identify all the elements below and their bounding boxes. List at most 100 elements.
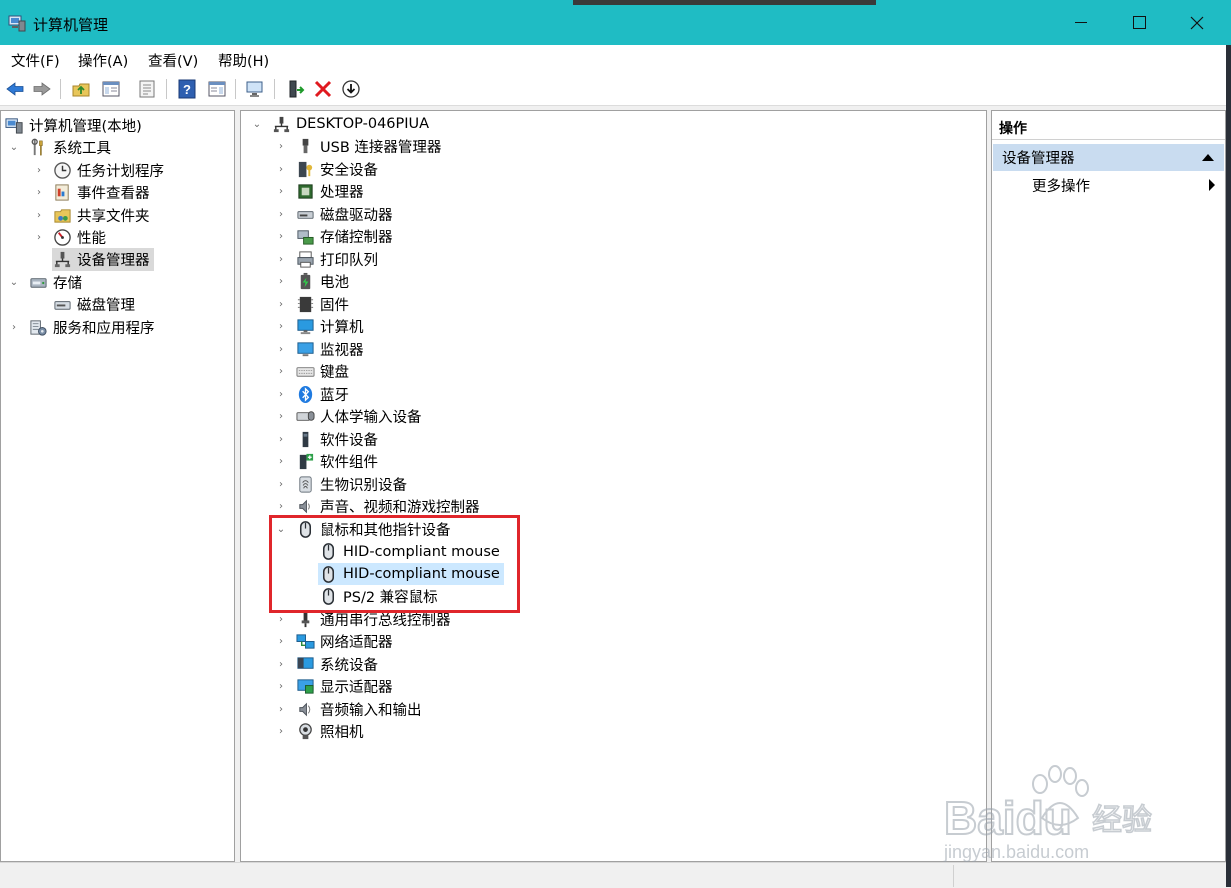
maximize-button[interactable] [1110,0,1168,45]
device-category[interactable]: › 人体学输入设备 [275,406,422,428]
chevron-right-icon[interactable]: › [275,726,287,738]
back-button[interactable] [4,78,26,100]
show-hide-action-pane-button[interactable] [206,78,228,100]
minimize-button[interactable] [1052,0,1110,45]
tree-item-storage[interactable]: ⌄ 存储 [8,271,82,293]
chevron-right-icon[interactable]: › [275,163,287,175]
uninstall-device-button[interactable] [312,78,334,100]
tree-item-device-manager[interactable]: 设备管理器 [52,247,154,271]
device-category[interactable]: › 照相机 [275,721,364,743]
tree-item-task-scheduler[interactable]: › 任务计划程序 [33,159,164,181]
device-item-content: 网络适配器 [295,631,393,652]
clock-icon [52,160,72,180]
tree-item-performance[interactable]: › 性能 [33,226,106,248]
chevron-right-icon[interactable]: › [33,231,45,243]
chevron-right-icon[interactable]: › [275,636,287,648]
chevron-right-icon[interactable]: › [275,298,287,310]
chevron-right-icon[interactable]: › [275,186,287,198]
properties-button[interactable] [136,78,158,100]
chevron-right-icon[interactable]: › [275,253,287,265]
menu-action[interactable]: 操作(A) [78,50,128,71]
device-item-mouse[interactable]: HID-compliant mouse [318,541,500,563]
device-category[interactable]: › 磁盘驱动器 [275,203,393,225]
chevron-right-icon[interactable]: › [275,703,287,715]
tree-item-services-apps[interactable]: › 服务和应用程序 [8,316,155,338]
device-category[interactable]: › 通用串行总线控制器 [275,608,451,630]
forward-button[interactable] [31,78,53,100]
actions-section-device-manager[interactable]: 设备管理器 [993,144,1224,171]
chevron-down-icon[interactable]: ⌄ [8,276,20,288]
device-category[interactable]: › 计算机 [275,316,364,338]
device-category[interactable]: › 软件设备 [275,428,378,450]
chevron-right-icon[interactable]: › [33,186,45,198]
chevron-right-icon[interactable]: › [275,501,287,513]
chevron-right-icon[interactable]: › [275,276,287,288]
device-category[interactable]: › 软件组件 [275,451,378,473]
chevron-down-icon[interactable]: ⌄ [251,118,263,130]
device-category[interactable]: › 生物识别设备 [275,473,407,495]
tree-item-disk-management[interactable]: 磁盘管理 [52,293,135,315]
tree-item-system-tools[interactable]: ⌄ 系统工具 [8,136,111,158]
device-category[interactable]: › 系统设备 [275,653,378,675]
menu-help[interactable]: 帮助(H) [218,50,269,71]
title-bar-tab-strip [573,0,876,5]
chevron-right-icon[interactable]: › [33,164,45,176]
device-category[interactable]: › 打印队列 [275,248,378,270]
device-category[interactable]: › 音频输入和输出 [275,698,422,720]
device-category[interactable]: › 声音、视频和游戏控制器 [275,496,480,518]
toolbar: ? [0,73,1226,106]
chevron-right-icon[interactable]: › [275,366,287,378]
device-category[interactable]: › 存储控制器 [275,226,393,248]
chevron-right-icon[interactable]: › [33,209,45,221]
back-icon [6,82,24,96]
tree-item-label: 存储 [53,275,82,292]
tree-item-computer-management[interactable]: 计算机管理(本地) [4,114,142,136]
more-actions-item[interactable]: 更多操作 [1032,175,1090,196]
device-category[interactable]: › 监视器 [275,338,364,360]
scan-hardware-button[interactable] [244,78,266,100]
enable-device-button[interactable] [284,78,306,100]
device-category[interactable]: › 网络适配器 [275,631,393,653]
menu-view[interactable]: 查看(V) [148,50,198,71]
chevron-right-icon[interactable]: › [275,388,287,400]
chevron-right-icon[interactable]: › [275,478,287,490]
device-category[interactable]: › 电池 [275,271,349,293]
close-button[interactable] [1168,0,1226,45]
chevron-right-icon[interactable]: › [275,456,287,468]
chevron-down-icon[interactable]: ⌄ [8,141,20,153]
chevron-right-icon[interactable]: › [275,343,287,355]
update-driver-button[interactable] [340,78,362,100]
device-category[interactable]: › 蓝牙 [275,383,349,405]
chevron-right-icon[interactable]: › [275,681,287,693]
device-category[interactable]: › USB 连接器管理器 [275,136,441,158]
chevron-right-icon[interactable]: › [275,658,287,670]
menu-file[interactable]: 文件(F) [11,50,60,71]
network-adapter-icon [295,632,315,652]
device-category[interactable]: › 固件 [275,293,349,315]
device-category-mice[interactable]: ⌄ 鼠标和其他指针设备 [275,518,451,540]
device-category[interactable]: › 键盘 [275,361,349,383]
chevron-right-icon[interactable]: › [275,613,287,625]
help-button[interactable]: ? [176,78,198,100]
device-category[interactable]: › 处理器 [275,181,364,203]
tree-item-shared-folders[interactable]: › 共享文件夹 [33,204,150,226]
device-tree-root[interactable]: ⌄ DESKTOP-046PIUA [251,113,429,135]
chevron-right-icon[interactable]: › [275,141,287,153]
chevron-right-icon[interactable]: › [275,433,287,445]
chevron-down-icon[interactable]: ⌄ [275,523,287,535]
tree-item-event-viewer[interactable]: › 事件查看器 [33,181,150,203]
device-item-mouse[interactable]: HID-compliant mouse [318,563,504,585]
chevron-right-icon[interactable]: › [275,321,287,333]
chevron-right-icon[interactable]: › [275,231,287,243]
processor-icon [295,182,315,202]
collapse-icon[interactable] [1202,154,1214,161]
chevron-right-icon[interactable]: › [275,411,287,423]
device-category[interactable]: › 显示适配器 [275,676,393,698]
chevron-right-icon[interactable]: › [275,208,287,220]
chevron-right-icon[interactable]: › [8,321,20,333]
show-hide-tree-button[interactable] [100,78,122,100]
device-item-mouse[interactable]: PS/2 兼容鼠标 [318,586,438,608]
up-folder-button[interactable] [70,78,92,100]
device-category[interactable]: › 安全设备 [275,158,378,180]
title-bar[interactable]: 计算机管理 [0,0,1231,45]
